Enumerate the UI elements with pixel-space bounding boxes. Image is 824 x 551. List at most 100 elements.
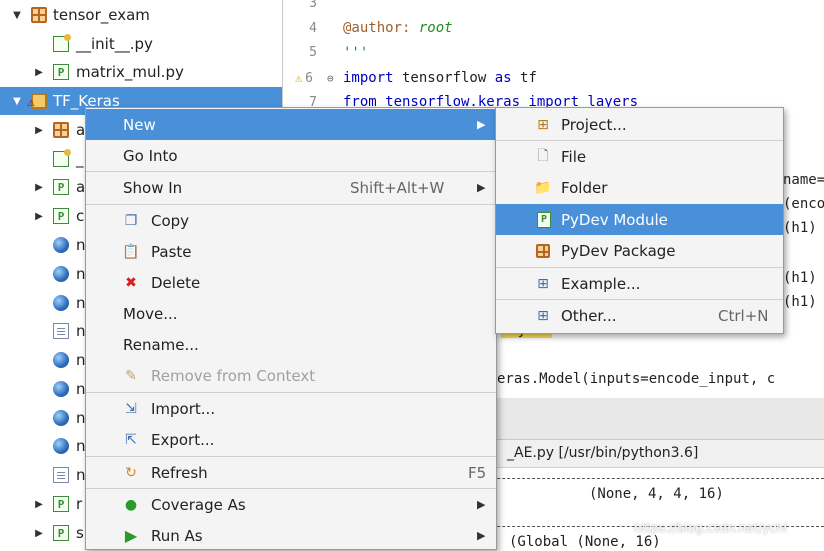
copy-icon: ❐ [124, 212, 138, 229]
menu-item-remove-from-context: ✎ Remove from Context [86, 360, 496, 391]
submenu-arrow-icon: ▶ [477, 181, 486, 194]
menu-item-other[interactable]: ⊞ Other... Ctrl+N [496, 300, 783, 331]
menu-item-label: Move... [123, 304, 178, 323]
tree-item-init[interactable]: __init__.py [0, 30, 282, 58]
menu-item-move[interactable]: Move... [86, 298, 496, 329]
collapsed-arrow-icon[interactable]: ▶ [33, 66, 45, 78]
delete-icon: ✖ [125, 274, 137, 291]
menu-item-run-as[interactable]: ▶ Run As ▶ [86, 520, 496, 551]
menu-item-file[interactable]: 🗋 File [496, 141, 783, 172]
menu-item-label: Go Into [123, 146, 178, 165]
menu-item-delete[interactable]: ✖ Delete [86, 267, 496, 298]
code-token: root [410, 20, 453, 36]
menu-item-label: Run As [151, 526, 203, 545]
globe-icon [53, 410, 69, 426]
line-number: 3 [309, 0, 317, 11]
menu-item-pydev-package[interactable]: PyDev Package [496, 235, 783, 266]
menu-item-pydev-module[interactable]: P PyDev Module [496, 204, 783, 235]
menu-item-label: Coverage As [151, 495, 246, 514]
menu-item-example[interactable]: ⊞ Example... [496, 268, 783, 299]
menu-item-label: Project... [561, 115, 627, 134]
code-fragment: eras.Model(inputs=encode_input, c [497, 371, 776, 387]
menu-item-label: Remove from Context [151, 366, 316, 385]
package-icon [31, 7, 47, 23]
tree-item-label: __init__.py [76, 35, 153, 53]
expanded-arrow-icon[interactable]: ▼ [11, 95, 23, 107]
menu-item-go-into[interactable]: Go Into [86, 140, 496, 171]
shortcut-label: Shift+Alt+W [350, 178, 445, 197]
menu-item-paste[interactable]: 📋 Paste [86, 236, 496, 267]
watermark-text: https://blog.csdn.net/ychl [634, 521, 787, 535]
code-line: import tensorflow as tf [343, 70, 537, 86]
menu-item-show-in[interactable]: Show In Shift+Alt+W ▶ [86, 172, 496, 203]
line-number: 4 [309, 21, 317, 36]
menu-item-label: Refresh [151, 463, 208, 482]
code-token: import [343, 70, 394, 86]
python-file-icon: P [53, 496, 69, 512]
collapsed-arrow-icon[interactable]: ▶ [33, 498, 45, 510]
menu-item-label: Other... [561, 306, 617, 325]
python-file-icon: P [53, 64, 69, 80]
tree-item-matrix-mul[interactable]: ▶ P matrix_mul.py [0, 58, 282, 86]
menu-item-import[interactable]: ⇲ Import... [86, 393, 496, 424]
tree-item-label: tensor_exam [53, 6, 150, 24]
expanded-arrow-icon[interactable]: ▼ [11, 9, 23, 21]
tree-item-label: _ [76, 150, 84, 168]
menu-item-label: Folder [561, 178, 608, 197]
menu-item-label: File [561, 147, 587, 166]
shortcut-label: Ctrl+N [718, 306, 769, 325]
menu-item-label: Copy [151, 211, 190, 230]
menu-item-export[interactable]: ⇱ Export... [86, 424, 496, 455]
globe-icon [53, 266, 69, 282]
export-icon: ⇱ [125, 431, 137, 448]
tree-item-label: c [76, 207, 85, 225]
menu-item-copy[interactable]: ❐ Copy [86, 205, 496, 236]
line-number: 5 [309, 45, 317, 60]
code-fragment: (h1) [783, 294, 817, 310]
fold-toggle-icon[interactable]: ⊖ [327, 72, 334, 85]
code-fragment: (h1) [783, 220, 817, 236]
code-line: ''' [343, 45, 369, 61]
menu-item-label: PyDev Module [561, 210, 668, 229]
coverage-icon: ● [124, 496, 138, 513]
code-token: tf [511, 70, 537, 86]
python-file-icon: P [53, 208, 69, 224]
menu-item-label: Delete [151, 273, 201, 292]
collapsed-arrow-icon[interactable]: ▶ [33, 527, 45, 539]
menu-item-rename[interactable]: Rename... [86, 329, 496, 360]
new-folder-icon: 📁 [534, 179, 552, 196]
run-icon: ▶ [124, 526, 138, 545]
collapsed-arrow-icon[interactable]: ▶ [33, 210, 45, 222]
doc-icon [53, 467, 69, 483]
tree-item-label: a [76, 178, 86, 196]
tree-item-label: matrix_mul.py [76, 63, 184, 81]
menu-item-project[interactable]: ⊞ Project... [496, 109, 783, 140]
shortcut-label: F5 [468, 463, 487, 482]
submenu-arrow-icon: ▶ [477, 118, 486, 131]
tree-item-label: s [76, 524, 84, 542]
collapsed-arrow-icon[interactable]: ▶ [33, 124, 45, 136]
code-fragment: (enco [783, 196, 824, 212]
menu-item-label: Example... [561, 274, 641, 293]
collapsed-arrow-icon[interactable]: ▶ [33, 181, 45, 193]
init-file-icon [53, 149, 71, 167]
menu-item-refresh[interactable]: ↻ Refresh F5 [86, 457, 496, 488]
tree-item-label: a [76, 121, 86, 139]
menu-item-new[interactable]: New ▶ [86, 109, 496, 140]
code-token: @author: [343, 20, 411, 36]
remove-context-icon: ✎ [125, 367, 137, 384]
globe-icon [53, 381, 69, 397]
paste-icon: 📋 [122, 243, 140, 260]
code-fragment: name= [783, 172, 824, 188]
menu-item-label: Export... [151, 430, 215, 449]
console-title: _AE.py [/usr/bin/python3.6] [507, 445, 699, 461]
submenu-arrow-icon: ▶ [477, 498, 486, 511]
tree-item-tensor-exam[interactable]: ▼ tensor_exam [0, 1, 282, 29]
menu-item-coverage-as[interactable]: ● Coverage As ▶ [86, 489, 496, 520]
new-file-icon: 🗋 [537, 147, 549, 164]
globe-icon [53, 352, 69, 368]
menu-item-folder[interactable]: 📁 Folder [496, 172, 783, 203]
menu-item-label: Paste [151, 242, 192, 261]
line-number: 6 [305, 71, 313, 86]
console-output-line: (None, 4, 4, 16) [589, 486, 724, 502]
